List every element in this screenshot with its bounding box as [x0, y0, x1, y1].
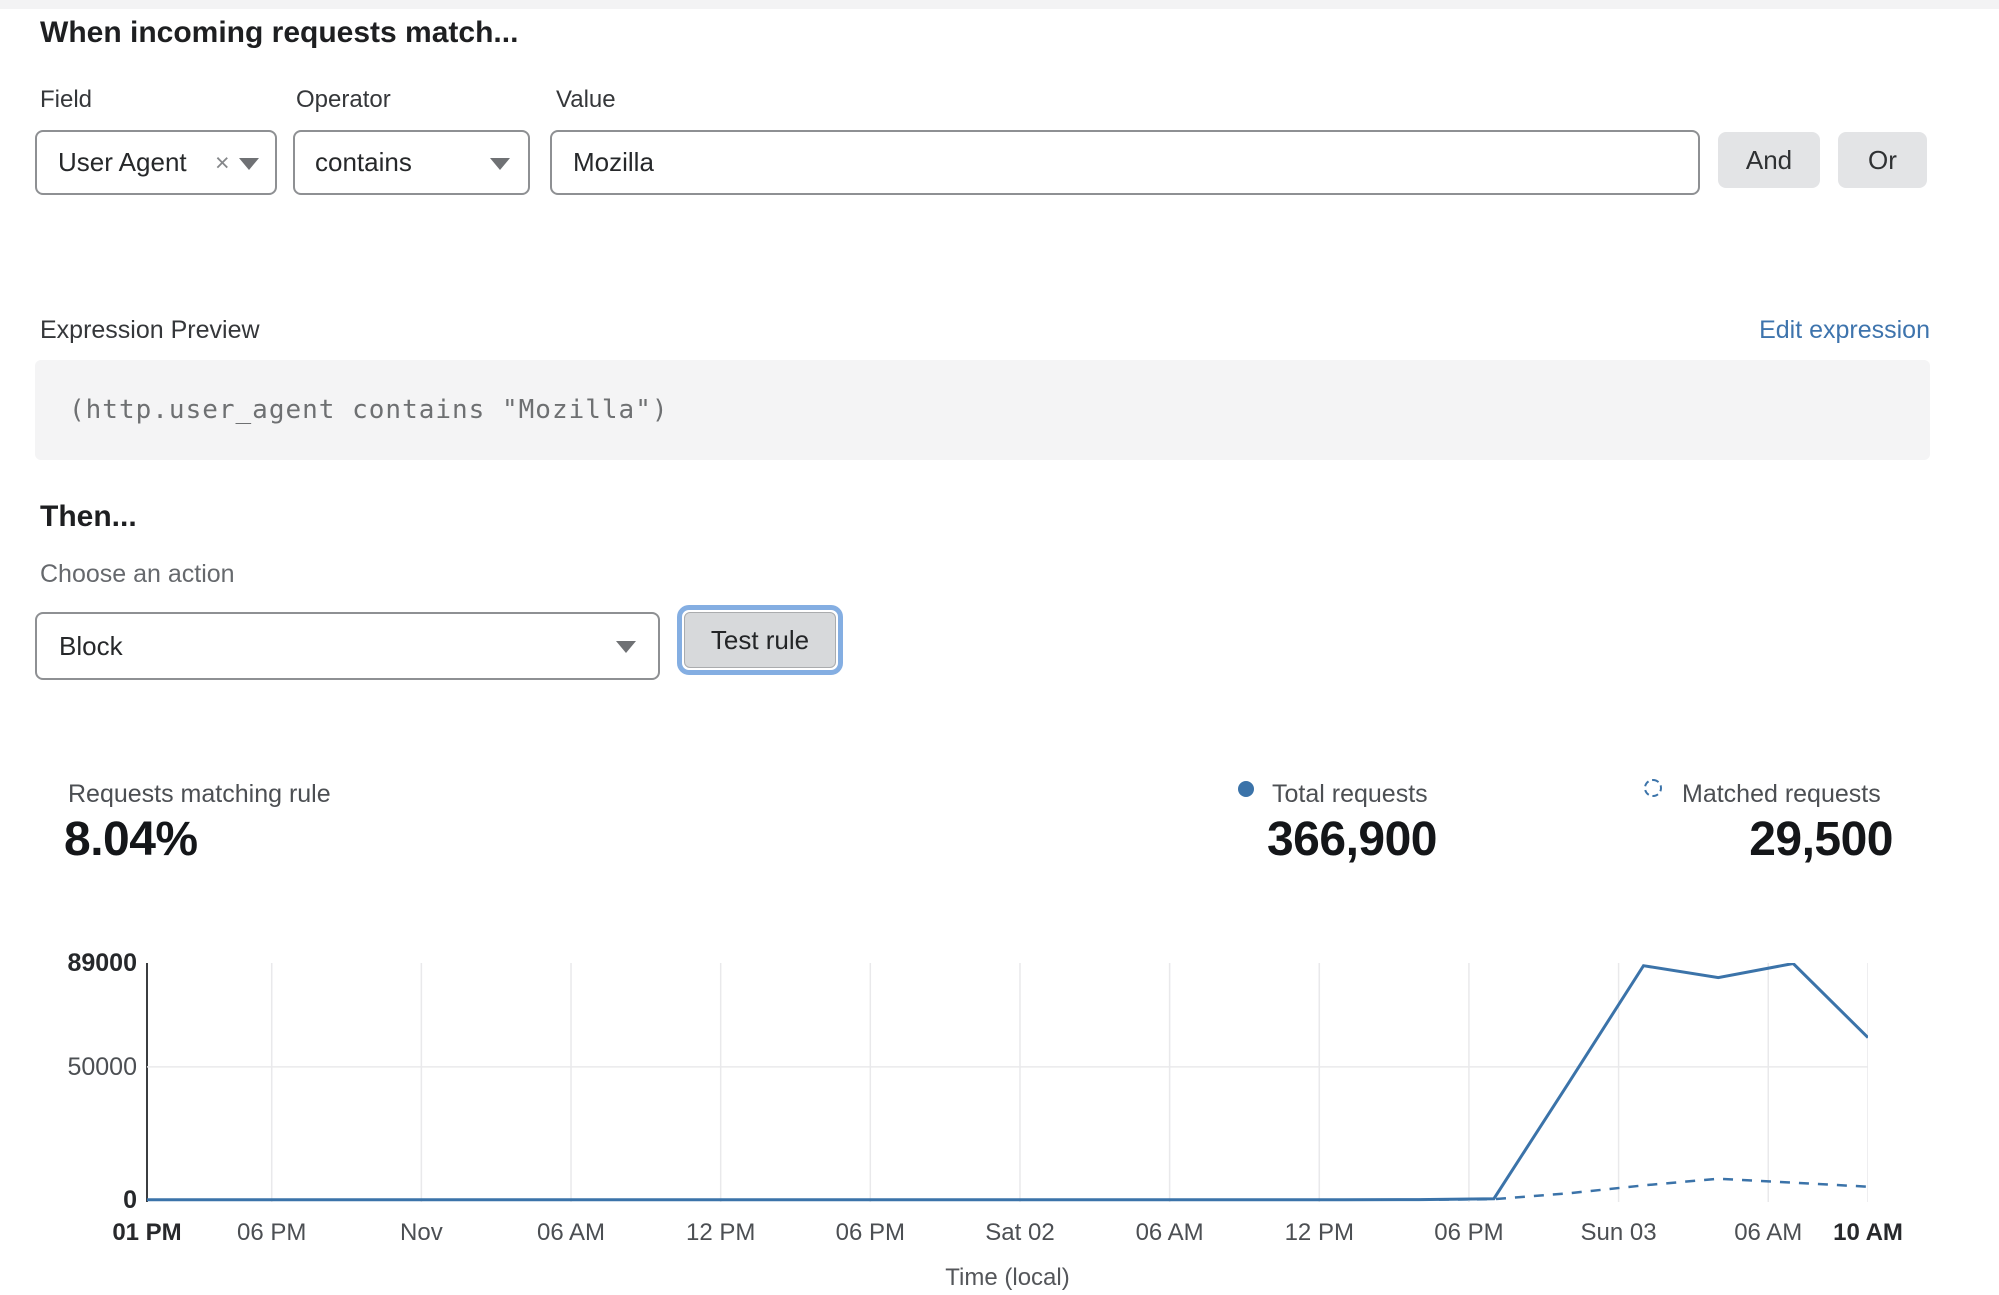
y-tick-label: 89000: [7, 948, 137, 978]
x-tick-label: 06 PM: [836, 1219, 905, 1247]
chart-svg: [147, 963, 1868, 1202]
x-tick-label: 01 PM: [112, 1219, 181, 1247]
x-tick-label: 06 AM: [537, 1219, 605, 1247]
expression-code: (http.user_agent contains "Mozilla"): [35, 395, 669, 425]
chart-line-solid: [147, 964, 1868, 1200]
value-input[interactable]: [573, 147, 1623, 178]
test-rule-button[interactable]: Test rule: [684, 612, 836, 668]
chart-y-axis-labels: 05000089000: [0, 963, 137, 1201]
operator-label: Operator: [296, 86, 391, 114]
chevron-down-icon: [490, 158, 510, 170]
x-tick-label: 06 PM: [237, 1219, 306, 1247]
chevron-down-icon: [616, 641, 636, 653]
operator-select-value: contains: [315, 147, 412, 178]
chevron-down-icon: [239, 158, 259, 170]
top-edge-divider: [0, 0, 1999, 9]
edit-expression-link[interactable]: Edit expression: [1759, 316, 1930, 345]
page-title: When incoming requests match...: [40, 16, 518, 50]
x-tick-label: 06 PM: [1434, 1219, 1503, 1247]
x-tick-label: Nov: [400, 1219, 443, 1247]
chart-x-axis-labels: 01 PM06 PMNov06 AM12 PM06 PMSat 0206 AM1…: [147, 1219, 1868, 1251]
total-requests-legend-icon: [1238, 781, 1254, 797]
y-tick-label: 50000: [7, 1052, 137, 1082]
test-rule-focus-ring: Test rule: [677, 605, 843, 675]
operator-select[interactable]: contains: [293, 130, 530, 195]
x-tick-label: 10 AM: [1833, 1219, 1903, 1247]
x-tick-label: Sun 03: [1581, 1219, 1657, 1247]
and-button[interactable]: And: [1718, 132, 1820, 188]
x-tick-label: 12 PM: [686, 1219, 755, 1247]
chart-x-axis-title: Time (local): [147, 1264, 1868, 1292]
chart-line-dashed: [147, 1179, 1868, 1200]
action-select[interactable]: Block: [35, 612, 660, 680]
x-tick-label: 06 AM: [1136, 1219, 1204, 1247]
field-select[interactable]: User Agent ×: [35, 130, 277, 195]
clear-field-icon[interactable]: ×: [215, 148, 230, 178]
value-input-wrap: [550, 130, 1700, 195]
total-requests-label: Total requests: [1272, 780, 1428, 809]
total-requests-value: 366,900: [1267, 812, 1437, 867]
matching-rule-label: Requests matching rule: [68, 780, 331, 809]
x-tick-label: 12 PM: [1285, 1219, 1354, 1247]
choose-action-label: Choose an action: [40, 560, 235, 589]
firewall-rule-builder-page: When incoming requests match... Field Op…: [0, 0, 1999, 1295]
matched-requests-value: 29,500: [1749, 812, 1893, 867]
x-tick-label: Sat 02: [985, 1219, 1054, 1247]
expression-preview-box: (http.user_agent contains "Mozilla"): [35, 360, 1930, 460]
expression-preview-label: Expression Preview: [40, 316, 260, 345]
field-label: Field: [40, 86, 92, 114]
field-select-value: User Agent: [58, 147, 187, 178]
x-tick-label: 06 AM: [1734, 1219, 1802, 1247]
matched-requests-label: Matched requests: [1682, 780, 1881, 809]
action-select-value: Block: [37, 631, 123, 662]
y-tick-label: 0: [7, 1185, 137, 1215]
matched-requests-legend-icon: [1644, 779, 1662, 797]
matching-rule-value: 8.04%: [64, 812, 198, 867]
value-label: Value: [556, 86, 616, 114]
then-heading: Then...: [40, 500, 137, 534]
or-button[interactable]: Or: [1838, 132, 1927, 188]
